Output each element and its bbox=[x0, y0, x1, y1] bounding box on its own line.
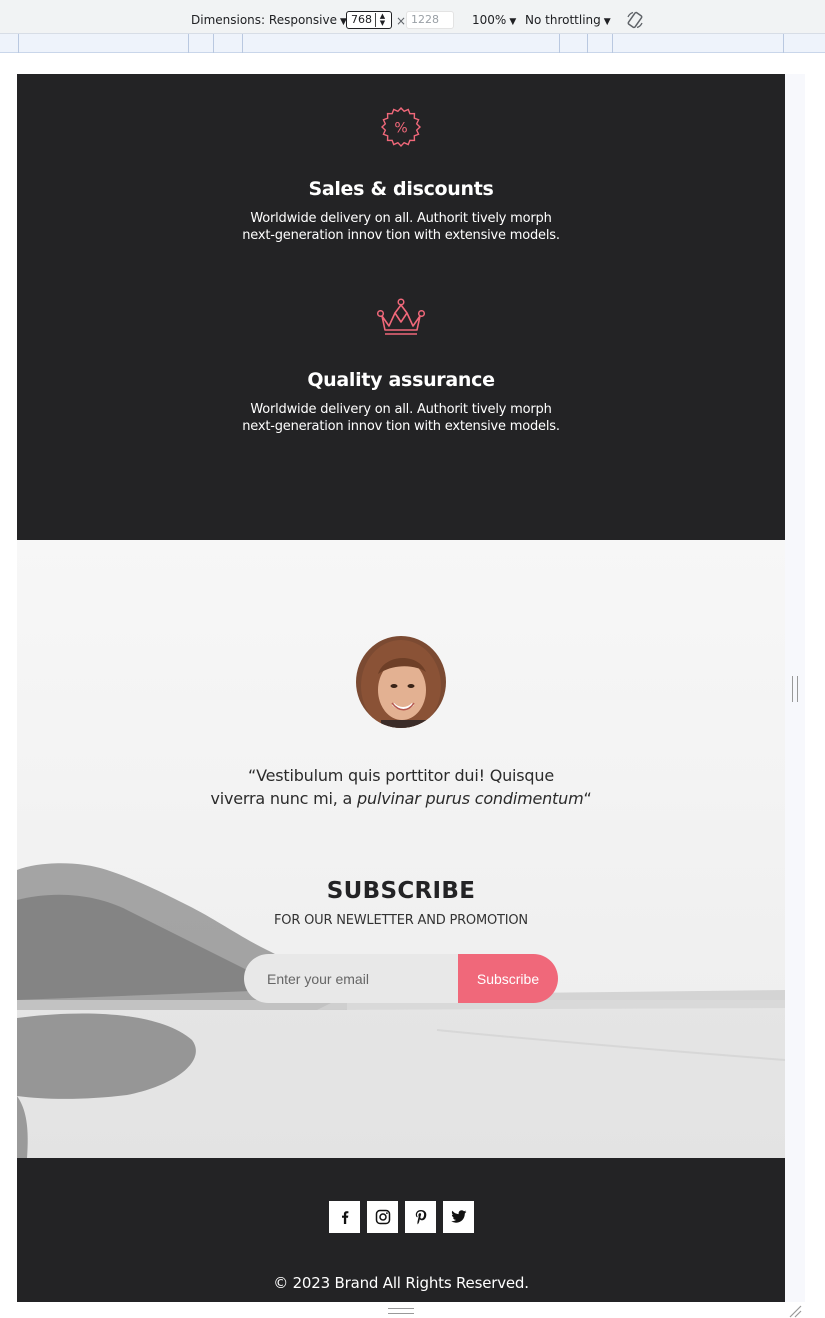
resize-handle-right[interactable] bbox=[792, 676, 798, 702]
subscribe-form: Subscribe bbox=[244, 954, 558, 1003]
feature-text: Worldwide delivery on all. Authorit tive… bbox=[242, 211, 560, 243]
dimensions-dropdown[interactable]: Dimensions: Responsive ▼ bbox=[191, 13, 347, 29]
feature-title: Quality assurance bbox=[307, 369, 495, 391]
times-sign: × bbox=[396, 14, 407, 28]
page-viewport: % Sales & discounts Worldwide delivery o… bbox=[17, 74, 785, 1302]
width-value: 768 bbox=[351, 13, 372, 26]
instagram-link[interactable] bbox=[367, 1201, 398, 1233]
subscribe-subtitle: FOR OUR NEWLETTER AND PROMOTION bbox=[274, 913, 528, 928]
email-input[interactable] bbox=[244, 954, 464, 1003]
caret-down-icon: ▼ bbox=[603, 17, 611, 27]
zoom-dropdown[interactable]: 100% ▼ bbox=[472, 13, 516, 29]
resize-corner-icon[interactable] bbox=[788, 1304, 802, 1318]
rotate-icon[interactable] bbox=[626, 11, 644, 29]
copyright-text: © 2023 Brand All Rights Reserved. bbox=[273, 1274, 529, 1292]
height-placeholder: 1228 bbox=[411, 13, 439, 26]
subscribe-title: SUBSCRIBE bbox=[326, 878, 476, 904]
percent-badge-icon: % bbox=[380, 106, 422, 148]
testimonial-subscribe-section: “Vestibulum quis porttitor dui! Quisque … bbox=[17, 540, 785, 1158]
avatar bbox=[356, 636, 446, 728]
pinterest-link[interactable] bbox=[405, 1201, 436, 1233]
testimonial-quote: “Vestibulum quis porttitor dui! Quisque … bbox=[210, 766, 592, 808]
subscribe-button[interactable]: Subscribe bbox=[458, 954, 558, 1003]
media-query-ruler bbox=[0, 34, 825, 53]
feature-sales: % Sales & discounts Worldwide delivery o… bbox=[17, 106, 785, 244]
throttling-label: No throttling bbox=[525, 13, 601, 27]
dimensions-label: Dimensions: Responsive bbox=[191, 13, 337, 27]
features-section: % Sales & discounts Worldwide delivery o… bbox=[17, 74, 785, 540]
footer: © 2023 Brand All Rights Reserved. bbox=[17, 1158, 785, 1302]
beach-background-image bbox=[17, 863, 785, 1158]
pinterest-icon bbox=[415, 1210, 426, 1225]
twitter-icon bbox=[450, 1210, 466, 1223]
twitter-link[interactable] bbox=[443, 1201, 474, 1233]
caret-down-icon: ▼ bbox=[509, 17, 517, 27]
quote-italic: pulvinar purus condimentum bbox=[357, 789, 584, 808]
feature-quality: Quality assurance Worldwide delivery on … bbox=[17, 296, 785, 435]
svg-text:%: % bbox=[394, 121, 407, 137]
devtools-device-toolbar: Dimensions: Responsive ▼ 768 ▲ ▼ × 1228 10… bbox=[0, 0, 825, 34]
feature-text: Worldwide delivery on all. Authorit tive… bbox=[242, 402, 560, 434]
crown-icon bbox=[376, 298, 426, 335]
facebook-link[interactable] bbox=[329, 1201, 360, 1233]
zoom-label: 100% bbox=[472, 13, 507, 27]
width-input[interactable]: 768 ▲ ▼ bbox=[346, 11, 392, 29]
height-input[interactable]: 1228 bbox=[406, 11, 454, 29]
resize-handle-bottom[interactable] bbox=[388, 1308, 414, 1314]
spinner-icon[interactable]: ▲ ▼ bbox=[375, 13, 389, 27]
throttling-dropdown[interactable]: No throttling ▼ bbox=[525, 13, 611, 29]
instagram-icon bbox=[375, 1209, 390, 1225]
facebook-icon bbox=[341, 1211, 348, 1224]
feature-title: Sales & discounts bbox=[308, 178, 494, 200]
